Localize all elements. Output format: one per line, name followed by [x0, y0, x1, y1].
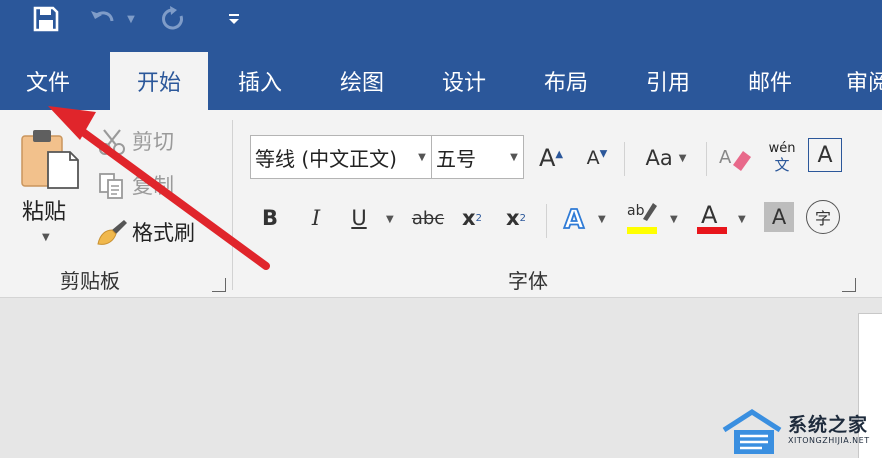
text-effects-icon: A — [563, 204, 585, 233]
cut-label: 剪切 — [132, 130, 174, 154]
watermark-url: XITONGZHIJIA.NET — [788, 436, 870, 445]
clear-formatting-button[interactable]: A — [716, 140, 756, 176]
watermark-logo: 系统之家 XITONGZHIJIA.NET — [722, 404, 882, 458]
change-case-label: Aa — [645, 146, 673, 170]
font-name-value: 等线 (中文正文) — [255, 146, 397, 171]
font-size-dropdown-icon[interactable]: ▼ — [505, 136, 523, 178]
font-size-value: 五号 — [436, 146, 476, 171]
highlighter-icon: ab — [627, 203, 657, 234]
phonetic-guide-top: wén — [768, 141, 796, 156]
bold-button[interactable]: B — [256, 200, 284, 236]
font-group-label: 字体 — [508, 269, 548, 293]
tab-file[interactable]: 文件 — [8, 62, 88, 100]
svg-text:A: A — [564, 205, 584, 233]
watermark-name: 系统之家 — [788, 414, 869, 436]
svg-text:A: A — [719, 147, 732, 168]
clipboard-group-label: 剪贴板 — [60, 269, 120, 293]
ribbon-home: 粘贴 ▼ 剪切 复制 格式刷 剪贴板 等线 (中文正文) ▼ 五号 ▼ A▲ A… — [0, 110, 882, 298]
format-painter-label: 格式刷 — [132, 221, 195, 245]
ribbon-tabs: 文件 开始 插入 绘图 设计 布局 引用 邮件 审阅 — [0, 52, 882, 110]
grow-font-icon: A▲ — [538, 144, 564, 172]
paste-dropdown-icon[interactable]: ▼ — [42, 232, 50, 243]
grow-font-button[interactable]: A▲ — [534, 140, 568, 176]
house-logo-icon — [722, 409, 782, 454]
font-separator — [624, 142, 625, 176]
underline-button[interactable]: U — [344, 200, 374, 236]
tab-layout[interactable]: 布局 — [528, 62, 604, 100]
paintbrush-icon — [97, 220, 127, 245]
redo-icon[interactable] — [156, 4, 192, 34]
character-shading-icon[interactable]: A — [764, 202, 794, 232]
highlight-dropdown-icon[interactable]: ▼ — [670, 214, 678, 225]
phonetic-guide-bottom: 文 — [774, 156, 790, 174]
font-name-dropdown-icon[interactable]: ▼ — [413, 136, 431, 178]
copy-label: 复制 — [132, 174, 174, 198]
save-icon[interactable] — [28, 4, 64, 34]
superscript-base: x — [506, 206, 520, 230]
paste-label: 粘贴 — [22, 200, 67, 225]
copy-button[interactable]: 复制 — [94, 168, 194, 202]
tab-home[interactable]: 开始 — [110, 52, 208, 110]
tab-review[interactable]: 审阅 — [836, 62, 882, 100]
group-separator — [232, 120, 233, 290]
font-color-button[interactable]: A — [694, 198, 730, 236]
undo-icon[interactable] — [88, 4, 118, 34]
change-case-button[interactable]: Aa ▼ — [636, 140, 696, 176]
clipboard-dialog-launcher-icon[interactable] — [212, 278, 226, 292]
scissors-icon — [99, 129, 125, 155]
font-size-combobox[interactable]: 五号 ▼ — [431, 135, 524, 179]
text-effects-dropdown-icon[interactable]: ▼ — [598, 214, 606, 225]
shrink-font-button[interactable]: A▼ — [580, 140, 614, 176]
change-case-dropdown-icon[interactable]: ▼ — [679, 153, 687, 164]
enclose-characters-button[interactable]: 字 — [806, 200, 840, 234]
svg-text:A: A — [701, 201, 718, 229]
eraser-icon: A — [719, 147, 751, 171]
tab-design[interactable]: 设计 — [426, 62, 502, 100]
font-dialog-launcher-icon[interactable] — [842, 278, 856, 292]
tab-insert[interactable]: 插入 — [222, 62, 298, 100]
shrink-font-icon: A▼ — [586, 147, 608, 169]
strikethrough-button[interactable]: abc — [408, 200, 448, 236]
text-effects-button[interactable]: A — [558, 200, 594, 236]
highlight-button[interactable]: ab — [624, 198, 660, 236]
subscript-mark: 2 — [475, 212, 482, 224]
font-separator — [546, 204, 547, 238]
underline-dropdown-icon[interactable]: ▼ — [386, 214, 394, 225]
subscript-base: x — [462, 206, 476, 230]
format-painter-button[interactable]: 格式刷 — [94, 214, 214, 250]
font-color-icon: A — [697, 201, 727, 234]
font-name-combobox[interactable]: 等线 (中文正文) ▼ — [250, 135, 432, 179]
font-separator — [706, 142, 707, 176]
tab-references[interactable]: 引用 — [630, 62, 706, 100]
subscript-button[interactable]: x2 — [456, 200, 488, 236]
undo-dropdown-icon[interactable]: ▼ — [122, 4, 140, 34]
copy-icon — [99, 173, 123, 199]
font-color-dropdown-icon[interactable]: ▼ — [738, 214, 746, 225]
phonetic-guide-button[interactable]: wén 文 — [762, 136, 802, 180]
character-border-icon[interactable]: A — [808, 138, 842, 172]
superscript-button[interactable]: x2 — [500, 200, 532, 236]
tab-draw[interactable]: 绘图 — [324, 62, 400, 100]
paste-button[interactable]: 粘贴 ▼ — [14, 124, 80, 250]
cut-button[interactable]: 剪切 — [94, 124, 194, 158]
quick-access-toolbar: ▼ — [0, 0, 882, 52]
tab-mailings[interactable]: 邮件 — [732, 62, 808, 100]
italic-button[interactable]: I — [302, 200, 330, 236]
clipboard-paste-icon — [21, 130, 79, 189]
customize-qat-icon[interactable] — [224, 4, 244, 34]
svg-text:ab: ab — [627, 203, 645, 219]
superscript-mark: 2 — [519, 212, 526, 224]
